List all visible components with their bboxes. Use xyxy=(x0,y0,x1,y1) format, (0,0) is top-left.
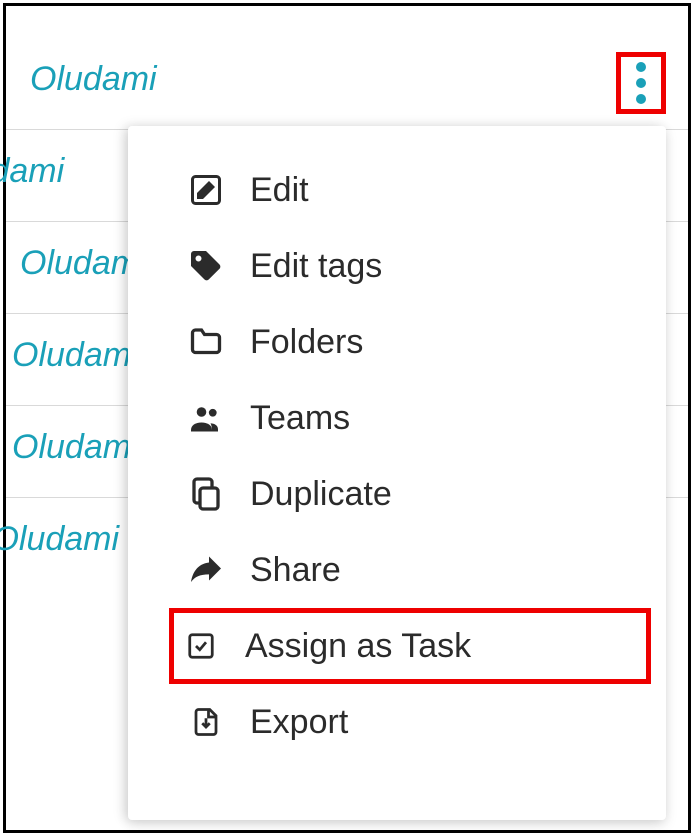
duplicate-icon xyxy=(182,474,230,514)
menu-item-label: Duplicate xyxy=(250,475,392,514)
item-name: Oludami xyxy=(12,336,139,374)
menu-item-edit-tags[interactable]: Edit tags xyxy=(174,228,646,304)
folder-icon xyxy=(182,322,230,362)
menu-item-assign-task[interactable]: Assign as Task xyxy=(169,608,651,684)
menu-item-label: Export xyxy=(250,703,348,742)
item-name: Oludami xyxy=(30,60,157,98)
kebab-dot-icon xyxy=(636,78,646,88)
menu-item-label: Folders xyxy=(250,323,363,362)
teams-icon xyxy=(182,398,230,438)
menu-item-label: Edit xyxy=(250,171,309,210)
menu-item-export[interactable]: Export xyxy=(174,684,646,760)
task-icon xyxy=(177,626,225,666)
list-row[interactable]: Oludami xyxy=(6,38,688,130)
edit-icon xyxy=(182,170,230,210)
item-name: y Oludami xyxy=(0,520,119,558)
menu-item-label: Share xyxy=(250,551,341,590)
menu-item-folders[interactable]: Folders xyxy=(174,304,646,380)
menu-item-label: Assign as Task xyxy=(245,627,471,666)
menu-item-edit[interactable]: Edit xyxy=(174,152,646,228)
menu-item-label: Teams xyxy=(250,399,350,438)
menu-item-teams[interactable]: Teams xyxy=(174,380,646,456)
kebab-dot-icon xyxy=(636,94,646,104)
context-menu: Edit Edit tags Folders xyxy=(128,126,666,820)
menu-item-share[interactable]: Share xyxy=(174,532,646,608)
export-icon xyxy=(182,702,230,742)
menu-item-label: Edit tags xyxy=(250,247,382,286)
item-name: Oludami xyxy=(12,428,139,466)
tag-icon xyxy=(182,246,230,286)
more-options-button[interactable] xyxy=(616,52,666,114)
menu-item-duplicate[interactable]: Duplicate xyxy=(174,456,646,532)
share-icon xyxy=(182,550,230,590)
kebab-dot-icon xyxy=(636,62,646,72)
item-name: ludami xyxy=(0,152,64,190)
